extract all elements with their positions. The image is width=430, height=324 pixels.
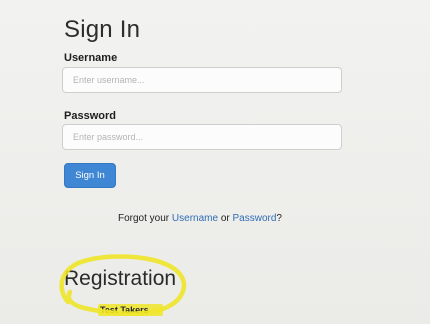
password-label: Password [64, 110, 116, 122]
login-page: Sign In Username Password Sign In Forgot… [0, 0, 430, 324]
username-input[interactable] [62, 67, 342, 93]
password-input[interactable] [62, 124, 342, 150]
forgot-prefix: Forgot your [118, 213, 172, 224]
forgot-middle: or [218, 213, 233, 224]
signin-button[interactable]: Sign In [64, 163, 116, 188]
forgot-credentials-text: Forgot your Username or Password? [118, 213, 282, 224]
registration-title: Registration [64, 267, 177, 290]
signin-title: Sign In [64, 16, 141, 43]
forgot-username-link[interactable]: Username [172, 213, 218, 224]
test-takers-link[interactable]: Test Takers [98, 304, 163, 316]
forgot-suffix: ? [276, 213, 282, 224]
forgot-password-link[interactable]: Password [233, 213, 277, 224]
username-label: Username [64, 52, 118, 64]
